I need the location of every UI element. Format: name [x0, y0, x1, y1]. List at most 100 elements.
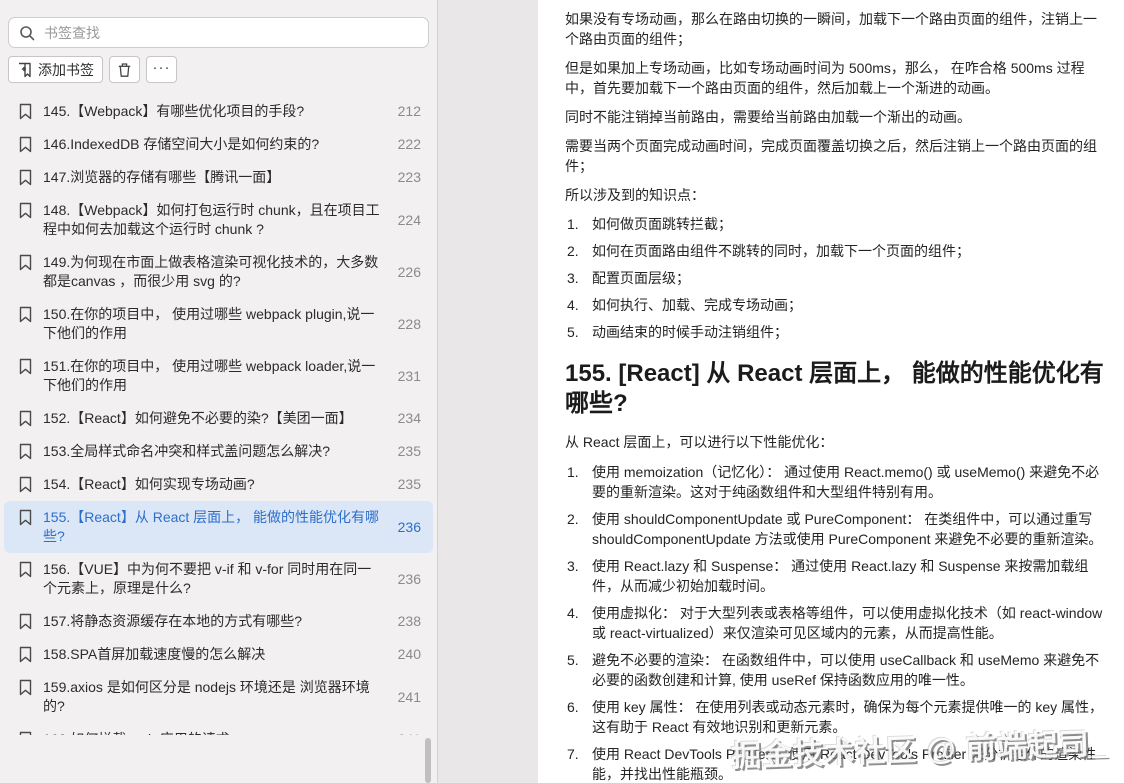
bookmark-icon [18, 613, 33, 630]
optimization-list: 1. 使用 memoization（记忆化）： 通过使用 React.memo(… [567, 462, 1105, 783]
section-heading: 155. [React] 从 React 层面上， 能做的性能优化有哪些? [565, 359, 1105, 419]
bookmark-label: 159.axios 是如何区分是 nodejs 环境还是 浏览器环境的? [43, 678, 383, 716]
bookmark-label: 146.IndexedDB 存储空间大小是如何约束的? [43, 135, 383, 154]
bookmark-page-number: 224 [393, 211, 421, 230]
list-item: 3. 使用 React.lazy 和 Suspense： 通过使用 React.… [567, 556, 1105, 596]
bookmark-page-number: 235 [393, 475, 421, 494]
list-item: 5. 动画结束的时候手动注销组件； [567, 322, 1105, 342]
list-item: 6. 使用 key 属性： 在使用列表或动态元素时，确保为每个元素提供唯一的 k… [567, 697, 1105, 737]
bookmark-icon [18, 136, 33, 153]
list-item-text: 配置页面层级； [592, 268, 1105, 288]
list-item-text: 使用 React DevTools Profiler： 使用 React Dev… [592, 744, 1105, 783]
bookmark-item[interactable]: 150.在你的项目中， 使用过哪些 webpack plugin,说一下他们的作… [4, 298, 433, 350]
more-options-button[interactable]: ··· [146, 56, 177, 83]
bookmark-search-input[interactable] [44, 25, 418, 41]
bookmark-item[interactable]: 149.为何现在市面上做表格渲染可视化技术的，大多数都是canvas ，而很少用… [4, 246, 433, 298]
list-item: 1. 使用 memoization（记忆化）： 通过使用 React.memo(… [567, 462, 1105, 502]
bookmark-page-number: 231 [393, 367, 421, 386]
bookmark-item[interactable]: 153.全局样式命名冲突和样式盖问题怎么解决? 235 [4, 435, 433, 468]
list-item-text: 使用 memoization（记忆化）： 通过使用 React.memo() 或… [592, 462, 1105, 502]
bookmark-item[interactable]: 147.浏览器的存储有哪些【腾讯一面】 223 [4, 161, 433, 194]
knowledge-point-list: 1. 如何做页面跳转拦截； 2. 如何在页面路由组件不跳转的同时，加载下一个页面… [567, 214, 1105, 342]
bookmark-page-number: 236 [393, 570, 421, 589]
bookmark-item[interactable]: 151.在你的项目中， 使用过哪些 webpack loader,说一下他们的作… [4, 350, 433, 402]
list-item: 4. 如何执行、加载、完成专场动画； [567, 295, 1105, 315]
bookmark-page-number: 235 [393, 442, 421, 461]
bookmark-item[interactable]: 160.如何拦截 web 应用的请求 241 [4, 723, 433, 735]
list-item-text: 动画结束的时候手动注销组件； [592, 322, 1105, 342]
bookmark-page-number: 240 [393, 645, 421, 664]
bookmark-page-number: 212 [393, 102, 421, 121]
list-item-number: 2. [567, 509, 585, 549]
bookmark-item[interactable]: 155.【React】从 React 层面上， 能做的性能优化有哪些? 236 [4, 501, 433, 553]
bookmark-icon [18, 358, 33, 375]
list-item: 3. 配置页面层级； [567, 268, 1105, 288]
list-item-number: 6. [567, 697, 585, 737]
bookmark-page-number: 222 [393, 135, 421, 154]
sidebar-scrollbar-thumb[interactable] [425, 738, 431, 783]
bookmark-icon [18, 306, 33, 323]
paragraph: 同时不能注销掉当前路由，需要给当前路由加载一个渐出的动画。 [565, 107, 1105, 127]
bookmark-label: 147.浏览器的存储有哪些【腾讯一面】 [43, 168, 383, 187]
bookmark-page-number: 228 [393, 315, 421, 334]
bookmark-list: 145.【Webpack】有哪些优化项目的手段? 212 146.Indexed… [0, 95, 437, 735]
list-item: 7. 使用 React DevTools Profiler： 使用 React … [567, 744, 1105, 783]
paragraph: 需要当两个页面完成动画时间，完成页面覆盖切换之后，然后注销上一个路由页面的组件； [565, 136, 1105, 176]
bookmark-icon [18, 103, 33, 120]
list-item-number: 4. [567, 603, 585, 643]
list-item: 5. 避免不必要的渲染： 在函数组件中，可以使用 useCallback 和 u… [567, 650, 1105, 690]
bookmark-label: 156.【VUE】中为何不要把 v-if 和 v-for 同时用在同一个元素上，… [43, 560, 383, 598]
document-page: 如果没有专场动画，那么在路由切换的一瞬间，加载下一个路由页面的组件，注销上一个路… [538, 0, 1124, 783]
add-bookmark-label: 添加书签 [38, 60, 94, 80]
bookmark-page-number: 223 [393, 168, 421, 187]
document-content: 如果没有专场动画，那么在路由切换的一瞬间，加载下一个路由页面的组件，注销上一个路… [538, 0, 1124, 783]
list-item: 4. 使用虚拟化： 对于大型列表或表格等组件，可以使用虚拟化技术（如 react… [567, 603, 1105, 643]
add-bookmark-button[interactable]: 添加书签 [8, 56, 103, 83]
list-item-number: 1. [567, 462, 585, 502]
list-item: 2. 如何在页面路由组件不跳转的同时，加载下一个页面的组件； [567, 241, 1105, 261]
list-item-text: 使用 shouldComponentUpdate 或 PureComponent… [592, 509, 1105, 549]
list-item-number: 5. [567, 650, 585, 690]
bookmark-search-box[interactable] [8, 17, 429, 48]
bookmark-toolbar: 添加书签 ··· [8, 56, 429, 83]
delete-bookmark-button[interactable] [109, 56, 140, 83]
bookmark-label: 158.SPA首屏加载速度慢的怎么解决 [43, 645, 383, 664]
list-item-number: 4. [567, 295, 585, 315]
bookmark-item[interactable]: 148.【Webpack】如何打包运行时 chunk，且在项目工程中如何去加载这… [4, 194, 433, 246]
bookmark-page-number: 241 [393, 730, 421, 735]
bookmark-item[interactable]: 146.IndexedDB 存储空间大小是如何约束的? 222 [4, 128, 433, 161]
bookmark-label: 145.【Webpack】有哪些优化项目的手段? [43, 102, 383, 121]
bookmark-item[interactable]: 154.【React】如何实现专场动画? 235 [4, 468, 433, 501]
list-item-number: 1. [567, 214, 585, 234]
paragraph: 如果没有专场动画，那么在路由切换的一瞬间，加载下一个路由页面的组件，注销上一个路… [565, 9, 1105, 49]
list-item-text: 如何做页面跳转拦截； [592, 214, 1105, 234]
bookmark-icon [18, 169, 33, 186]
list-item-number: 3. [567, 556, 585, 596]
bookmark-item[interactable]: 156.【VUE】中为何不要把 v-if 和 v-for 同时用在同一个元素上，… [4, 553, 433, 605]
ellipsis-icon: ··· [153, 60, 171, 75]
bookmark-item[interactable]: 158.SPA首屏加载速度慢的怎么解决 240 [4, 638, 433, 671]
bookmark-item[interactable]: 152.【React】如何避免不必要的染?【美团一面】 234 [4, 402, 433, 435]
list-item-text: 如何在页面路由组件不跳转的同时，加载下一个页面的组件； [592, 241, 1105, 261]
bookmark-item[interactable]: 159.axios 是如何区分是 nodejs 环境还是 浏览器环境的? 241 [4, 671, 433, 723]
list-item-text: 使用 React.lazy 和 Suspense： 通过使用 React.laz… [592, 556, 1105, 596]
bookmark-label: 149.为何现在市面上做表格渲染可视化技术的，大多数都是canvas ，而很少用… [43, 253, 383, 291]
bookmark-icon [18, 476, 33, 493]
bookmark-icon [18, 410, 33, 427]
bookmark-item[interactable]: 145.【Webpack】有哪些优化项目的手段? 212 [4, 95, 433, 128]
paragraph: 但是如果加上专场动画，比如专场动画时间为 500ms，那么， 在咋合格 500m… [565, 58, 1105, 98]
list-item: 2. 使用 shouldComponentUpdate 或 PureCompon… [567, 509, 1105, 549]
bookmark-page-number: 234 [393, 409, 421, 428]
list-item-number: 7. [567, 744, 585, 783]
bookmark-icon [18, 202, 33, 219]
search-icon [19, 25, 35, 41]
bookmark-label: 152.【React】如何避免不必要的染?【美团一面】 [43, 409, 383, 428]
bookmark-label: 151.在你的项目中， 使用过哪些 webpack loader,说一下他们的作… [43, 357, 383, 395]
bookmark-icon [18, 561, 33, 578]
list-item-text: 使用 key 属性： 在使用列表或动态元素时，确保为每个元素提供唯一的 key … [592, 697, 1105, 737]
bookmark-label: 148.【Webpack】如何打包运行时 chunk，且在项目工程中如何去加载这… [43, 201, 383, 239]
bookmark-icon [18, 679, 33, 696]
bookmark-item[interactable]: 157.将静态资源缓存在本地的方式有哪些? 238 [4, 605, 433, 638]
bookmark-icon [18, 254, 33, 271]
list-item-text: 使用虚拟化： 对于大型列表或表格等组件，可以使用虚拟化技术（如 react-wi… [592, 603, 1105, 643]
